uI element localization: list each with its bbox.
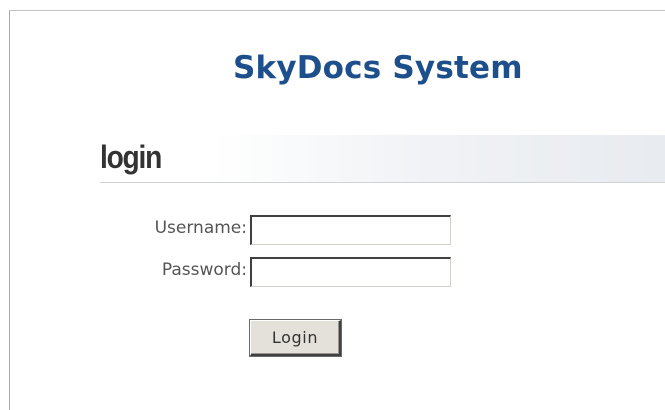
- login-section-header: login: [100, 135, 665, 183]
- site-title: SkyDocs System: [233, 50, 523, 86]
- username-label: Username:: [154, 218, 247, 238]
- password-label: Password:: [161, 260, 247, 280]
- login-button[interactable]: Login: [250, 320, 341, 356]
- password-input[interactable]: [250, 257, 451, 287]
- section-heading: login: [100, 139, 162, 175]
- username-input[interactable]: [250, 215, 451, 245]
